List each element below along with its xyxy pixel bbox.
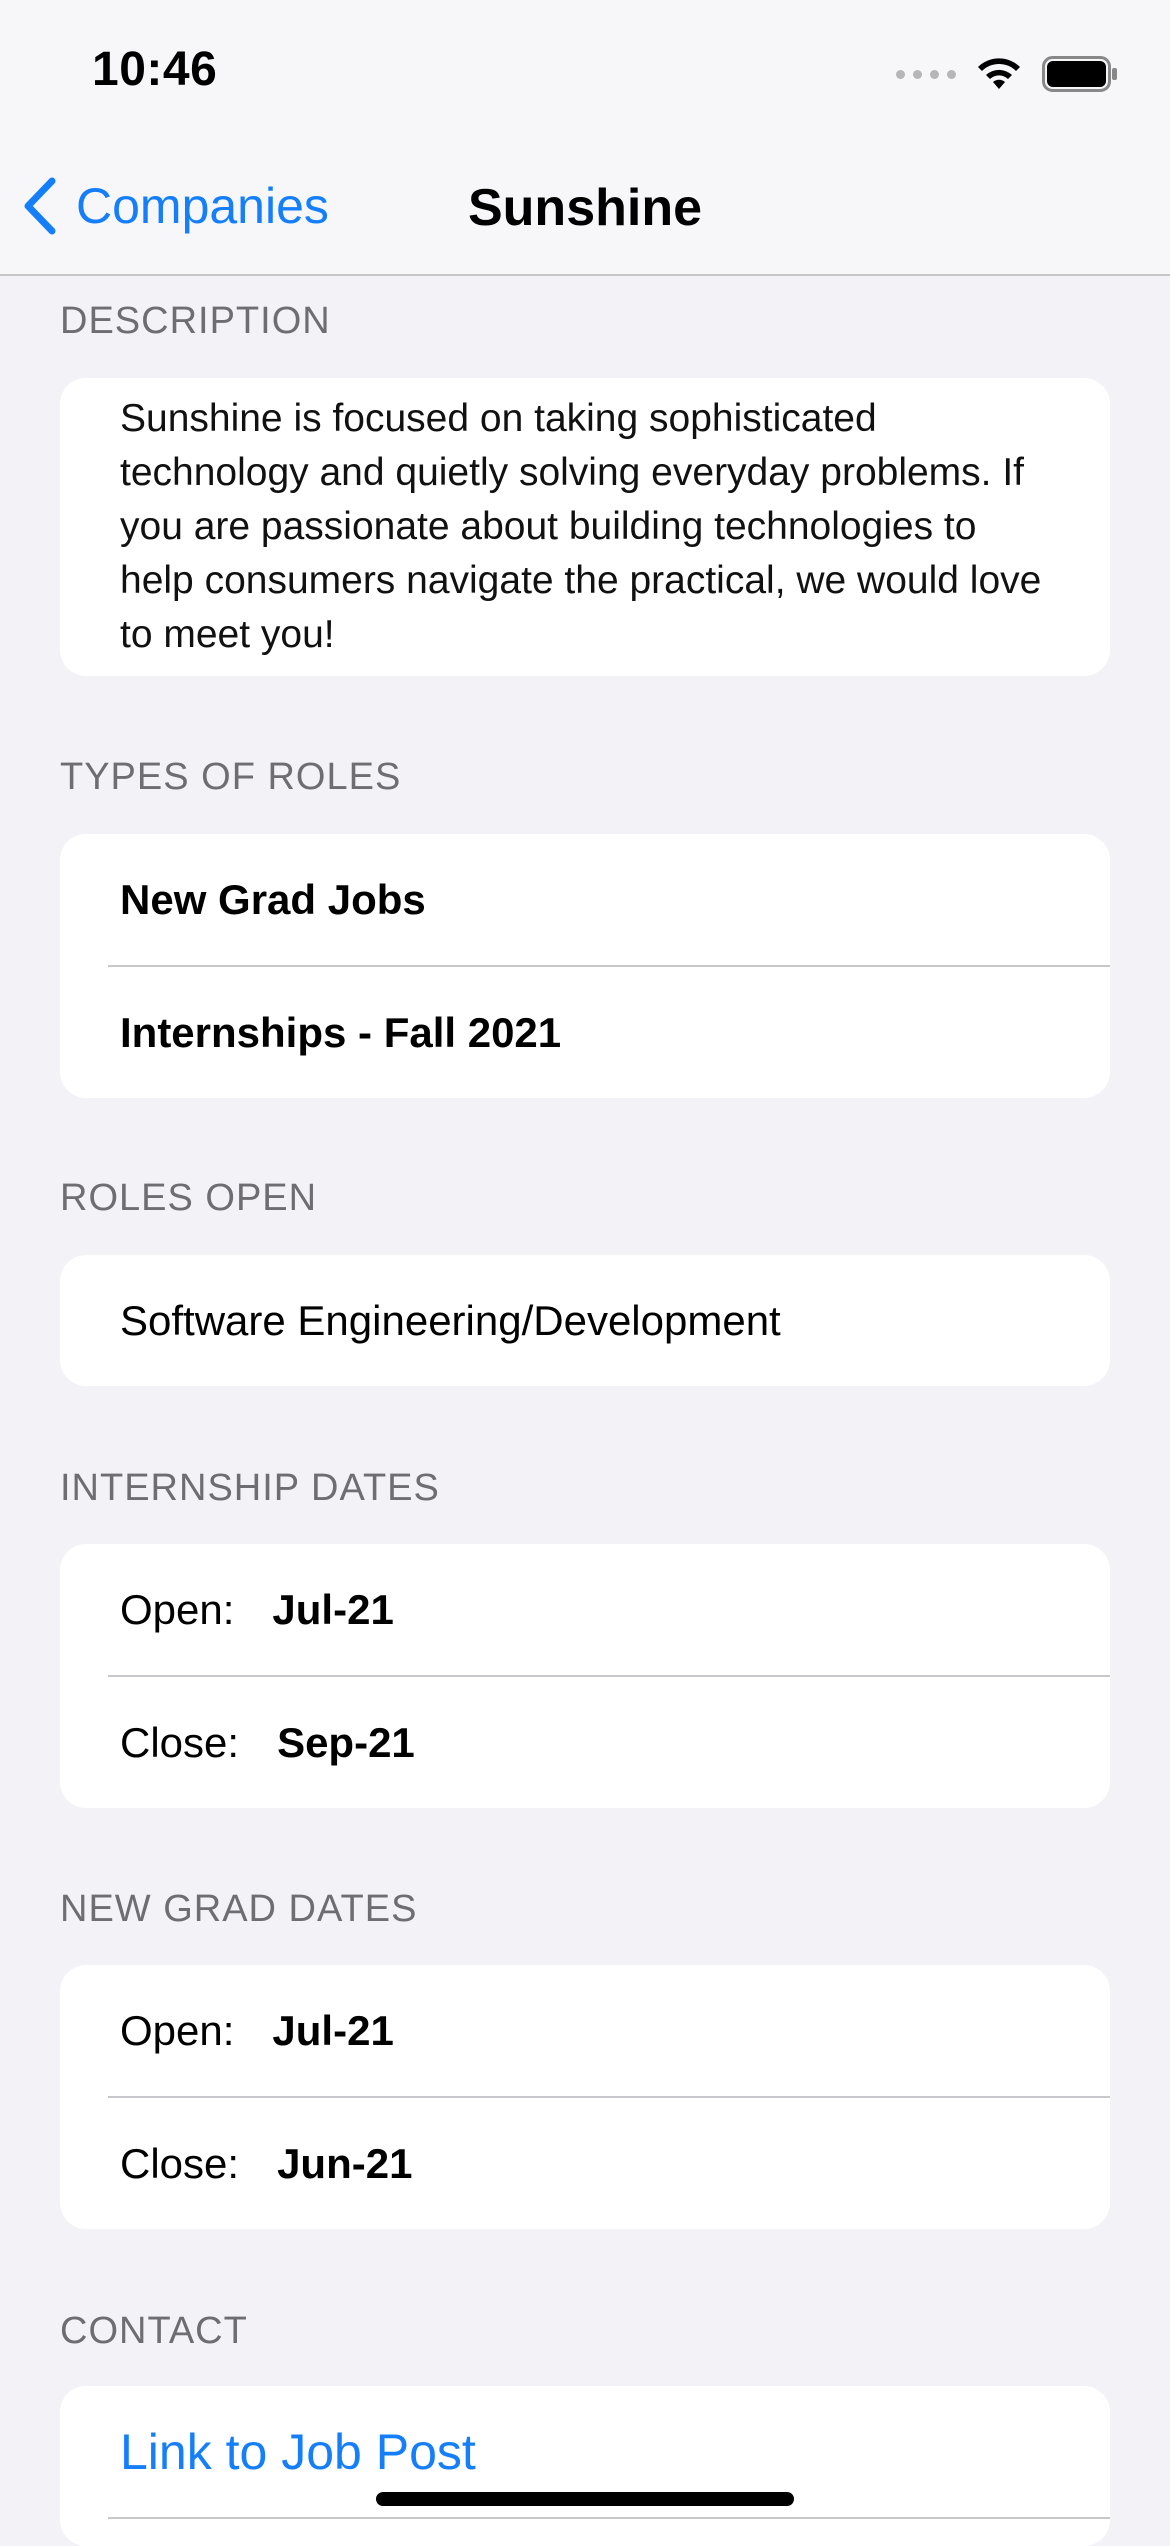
description-card: Sunshine is focused on taking sophistica… bbox=[60, 378, 1110, 676]
internship-dates-card: Open: Jul-21 Close: Sep-21 bbox=[60, 1544, 1110, 1808]
page-title: Sunshine bbox=[467, 179, 703, 237]
close-date: Jun-21 bbox=[277, 2139, 413, 2187]
list-item-role-type[interactable]: New Grad Jobs bbox=[60, 834, 1110, 965]
divider bbox=[108, 2517, 1110, 2519]
close-label: Close: bbox=[120, 2139, 240, 2187]
new-grad-open-row: Open: Jul-21 bbox=[60, 1965, 1110, 2096]
home-indicator[interactable] bbox=[376, 2492, 794, 2506]
section-header-new-grad-dates: NEW GRAD DATES bbox=[60, 1888, 418, 1930]
navigation-bar: 10:46 Companies Sunshine bbox=[0, 0, 1170, 276]
internship-open-row: Open: Jul-21 bbox=[60, 1544, 1110, 1675]
close-date: Sep-21 bbox=[277, 1718, 415, 1766]
open-label: Open: bbox=[120, 2006, 235, 2054]
list-item-role-open[interactable]: Software Engineering/Development bbox=[60, 1255, 1110, 1386]
open-date: Jul-21 bbox=[272, 2006, 394, 2054]
description-text: Sunshine is focused on taking sophistica… bbox=[120, 397, 1042, 656]
contact-card: Link to Job Post bbox=[60, 2386, 1110, 2546]
close-label: Close: bbox=[120, 1718, 240, 1766]
cellular-signal-icon bbox=[896, 69, 956, 79]
list-item-role-type[interactable]: Internships - Fall 2021 bbox=[60, 967, 1110, 1098]
status-icons bbox=[896, 52, 1118, 96]
job-post-link[interactable]: Link to Job Post bbox=[120, 2423, 476, 2481]
section-header-roles-open: ROLES OPEN bbox=[60, 1177, 318, 1219]
types-of-roles-card: New Grad Jobs Internships - Fall 2021 bbox=[60, 834, 1110, 1098]
new-grad-close-row: Close: Jun-21 bbox=[60, 2098, 1110, 2229]
internship-close-row: Close: Sep-21 bbox=[60, 1677, 1110, 1808]
open-date: Jul-21 bbox=[272, 1585, 394, 1633]
battery-icon bbox=[1042, 56, 1117, 92]
open-label: Open: bbox=[120, 1585, 235, 1633]
status-time: 10:46 bbox=[92, 43, 218, 96]
new-grad-dates-card: Open: Jul-21 Close: Jun-21 bbox=[60, 1965, 1110, 2229]
roles-open-card: Software Engineering/Development bbox=[60, 1255, 1110, 1386]
section-header-contact: CONTACT bbox=[60, 2310, 248, 2352]
wifi-icon bbox=[978, 58, 1020, 89]
section-header-description: DESCRIPTION bbox=[60, 300, 331, 342]
section-header-internship-dates: INTERNSHIP DATES bbox=[60, 1467, 440, 1509]
section-header-types-of-roles: TYPES OF ROLES bbox=[60, 756, 402, 798]
